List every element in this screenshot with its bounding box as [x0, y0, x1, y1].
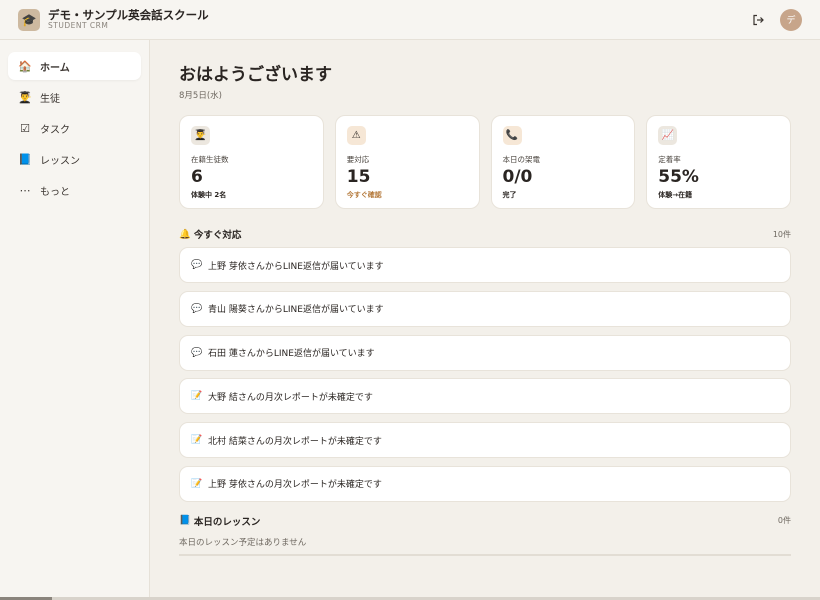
memo-icon: 📝: [191, 391, 203, 402]
lessons-empty-message: 本日のレッスン予定はありません: [179, 536, 791, 556]
memo-icon: 📝: [191, 478, 203, 489]
speech-bubble-icon: 💬: [191, 303, 203, 314]
stat-label: 定着率: [658, 155, 681, 164]
stat-sub: 体験→在籍: [658, 191, 693, 199]
stat-card-enrolled[interactable]: 👨‍🎓 在籍生徒数 6 体験中 2名: [179, 115, 324, 209]
sidebar-item-label: 生徒: [40, 93, 60, 105]
logout-icon[interactable]: [750, 12, 766, 28]
stat-label: 在籍生徒数: [191, 155, 229, 164]
student-icon: 👨‍🎓: [18, 90, 32, 104]
list-item-text: 大野 結さんの月次レポートが未確定です: [208, 392, 373, 403]
brand: デモ・サンプル英会話スクール STUDENT CRM: [48, 9, 209, 30]
sidebar-item-label: もっと: [40, 186, 70, 198]
list-item-text: 石田 蓮さんからLINE返信が届いています: [208, 349, 375, 360]
list-item[interactable]: 📝 北村 結菜さんの月次レポートが未確定です: [179, 422, 791, 459]
graduation-cap-icon: 🎓: [18, 8, 40, 31]
stat-sub: 今すぐ確認: [346, 191, 382, 199]
speech-bubble-icon: 💬: [191, 347, 203, 358]
brand-subtitle: STUDENT CRM: [48, 20, 109, 30]
stat-card-calls[interactable]: 📞 本日の架電 0/0 完了: [490, 115, 636, 209]
stat-sub: 完了: [502, 191, 517, 199]
app-header: 🎓 デモ・サンプル英会話スクール STUDENT CRM デ: [0, 0, 820, 40]
stat-value: 55%: [658, 167, 699, 187]
sidebar: 🏠 ホーム 👨‍🎓 生徒 ☑ タスク 📘 レッスン ⋯ もっと: [0, 40, 150, 600]
brand-name: デモ・サンプル英会話スクール: [48, 8, 209, 23]
chart-icon: 📈: [658, 126, 678, 145]
list-item-text: 上野 芽依さんの月次レポートが未確定です: [208, 480, 382, 491]
student-icon: 👨‍🎓: [191, 126, 210, 145]
list-item-text: 北村 結菜さんの月次レポートが未確定です: [208, 436, 382, 447]
avatar[interactable]: デ: [780, 8, 802, 31]
phone-icon: 📞: [502, 126, 522, 145]
book-icon: 📘: [18, 152, 32, 166]
main-content: おはようございます 8月5日(水) 👨‍🎓 在籍生徒数 6 体験中 2名 ⚠ 要…: [150, 40, 820, 600]
warning-icon: ⚠: [346, 126, 366, 145]
memo-icon: 📝: [191, 435, 203, 446]
list-item[interactable]: 📝 大野 結さんの月次レポートが未確定です: [179, 378, 791, 415]
sidebar-item-more[interactable]: ⋯ もっと: [8, 176, 141, 204]
sidebar-item-label: ホーム: [40, 62, 70, 74]
stat-value: 0/0: [502, 167, 533, 187]
book-icon: 📘: [179, 515, 191, 527]
sidebar-item-home[interactable]: 🏠 ホーム: [8, 52, 141, 80]
urgent-section-header: 🔔 今すぐ対応 10件: [179, 227, 791, 242]
section-title-text: 今すぐ対応: [193, 230, 242, 241]
sidebar-item-tasks[interactable]: ☑ タスク: [8, 114, 141, 142]
list-item[interactable]: 📝 上野 芽依さんの月次レポートが未確定です: [179, 465, 791, 502]
list-item-text: 上野 芽依さんからLINE返信が届いています: [208, 261, 384, 272]
stat-label: 本日の架電: [502, 155, 541, 164]
section-title-text: 本日のレッスン: [193, 516, 261, 528]
checkbox-icon: ☑: [20, 121, 30, 135]
more-icon: ⋯: [19, 183, 31, 197]
bell-icon: 🔔: [179, 228, 191, 240]
sidebar-item-label: タスク: [40, 124, 70, 136]
stats-row: 👨‍🎓 在籍生徒数 6 体験中 2名 ⚠ 要対応 15 今すぐ確認 📞 本日の架…: [179, 115, 791, 209]
sidebar-item-lessons[interactable]: 📘 レッスン: [8, 145, 141, 173]
stat-card-action-required[interactable]: ⚠ 要対応 15 今すぐ確認: [334, 115, 480, 209]
section-title: 📘 本日のレッスン: [179, 514, 260, 528]
list-item[interactable]: 💬 青山 陽葵さんからLINE返信が届いています: [179, 290, 791, 327]
today-date: 8月5日(水): [179, 91, 222, 101]
sidebar-item-label: レッスン: [40, 155, 80, 167]
lessons-section-header: 📘 本日のレッスン 0件: [179, 514, 791, 528]
section-count: 10件: [772, 229, 791, 239]
section-title: 🔔 今すぐ対応: [179, 227, 242, 242]
stat-value: 6: [191, 167, 203, 187]
stat-value: 15: [346, 167, 371, 187]
sidebar-item-students[interactable]: 👨‍🎓 生徒: [8, 83, 141, 111]
stat-label: 要対応: [346, 155, 370, 164]
speech-bubble-icon: 💬: [191, 260, 203, 270]
list-item-text: 青山 陽葵さんからLINE返信が届いています: [208, 305, 384, 316]
page-title: おはようございます: [179, 65, 332, 85]
home-icon: 🏠: [18, 59, 32, 73]
list-item[interactable]: 💬 上野 芽依さんからLINE返信が届いています: [179, 247, 791, 283]
stat-sub: 体験中 2名: [191, 191, 227, 199]
list-item[interactable]: 💬 石田 蓮さんからLINE返信が届いています: [179, 334, 791, 371]
stat-card-retention[interactable]: 📈 定着率 55% 体験→在籍: [646, 115, 791, 209]
urgent-list: 💬 上野 芽依さんからLINE返信が届いています 💬 青山 陽葵さんからLINE…: [179, 247, 791, 502]
section-count: 0件: [777, 516, 791, 526]
